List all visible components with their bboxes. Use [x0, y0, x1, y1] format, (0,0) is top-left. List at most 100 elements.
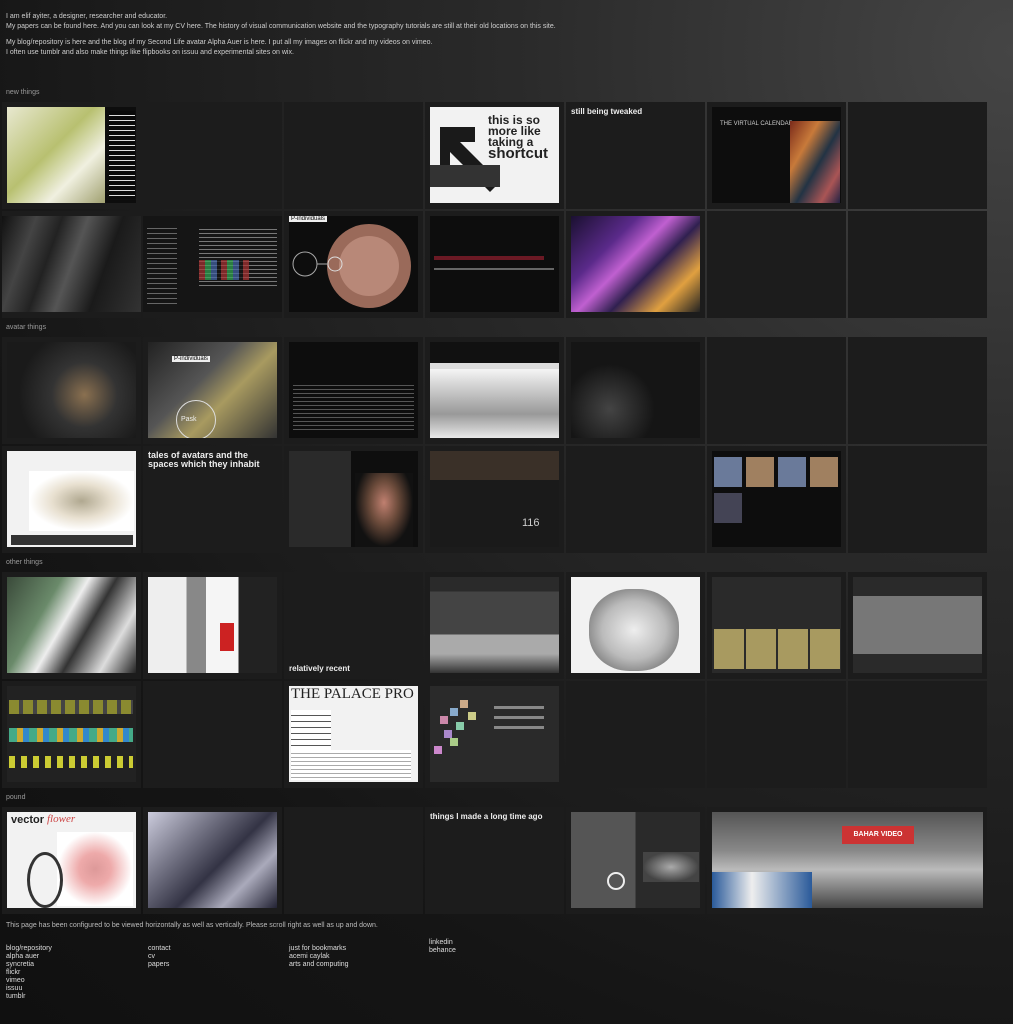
thumbnail[interactable]: [430, 577, 559, 673]
link-linkedin[interactable]: linkedin: [429, 939, 456, 947]
intro-text: I am elif ayiter, a designer, researcher…: [6, 12, 606, 58]
thumbnail[interactable]: [7, 686, 136, 782]
thumb-label-pask: Pask: [181, 416, 197, 423]
link-cv[interactable]: cv: [148, 953, 171, 961]
thumbnail[interactable]: this is so more like taking a shortcut: [430, 107, 559, 203]
thumbnail[interactable]: [712, 451, 841, 547]
tile[interactable]: [2, 572, 141, 679]
vector-text: vector: [11, 814, 45, 826]
link-tumblr[interactable]: tumblr: [6, 993, 52, 1001]
tile[interactable]: [566, 337, 705, 444]
thumbnail[interactable]: [7, 451, 136, 547]
link-flickr[interactable]: flickr: [6, 969, 52, 977]
intro-line-4[interactable]: I often use tumblr and also make things …: [6, 48, 606, 58]
link-acemi-caylak[interactable]: acemi caylak: [289, 953, 349, 961]
tile[interactable]: [707, 446, 846, 553]
tile[interactable]: [425, 211, 564, 318]
link-vimeo[interactable]: vimeo: [6, 977, 52, 985]
section-label-other-things: other things: [6, 559, 43, 566]
thumbnail[interactable]: BAHAR VIDEO: [712, 812, 983, 908]
tile[interactable]: [143, 807, 282, 914]
link-syncretia[interactable]: syncretia: [6, 961, 52, 969]
tile[interactable]: [707, 572, 846, 679]
thumbnail[interactable]: [430, 686, 559, 782]
tile[interactable]: [566, 211, 705, 318]
tile[interactable]: P-individuals Pask: [143, 337, 282, 444]
tile[interactable]: [425, 572, 564, 679]
tile: [848, 337, 987, 444]
tile: still being tweaked: [566, 102, 705, 209]
link-behance[interactable]: behance: [429, 947, 456, 955]
tile[interactable]: P-individuals: [284, 211, 423, 318]
tile[interactable]: [2, 102, 141, 209]
intro-line-2[interactable]: My papers can be found here. And you can…: [6, 22, 606, 32]
tile[interactable]: THE PALACE PRO: [284, 681, 423, 788]
thumbnail[interactable]: [571, 812, 700, 908]
link-blog-repository[interactable]: blog/repository: [6, 945, 52, 953]
link-papers[interactable]: papers: [148, 961, 171, 969]
thumbnail[interactable]: [712, 577, 841, 673]
thumbnail[interactable]: [430, 216, 559, 312]
caption-relatively-recent: relatively recent: [289, 664, 350, 673]
thumbnail[interactable]: [7, 342, 136, 438]
tile[interactable]: this is so more like taking a shortcut: [425, 102, 564, 209]
tile[interactable]: [566, 807, 705, 914]
tile[interactable]: [848, 572, 987, 679]
tile[interactable]: [2, 337, 141, 444]
thumbnail[interactable]: vector flower: [7, 812, 136, 908]
diagram-graphic: [292, 224, 411, 308]
thumbnail[interactable]: THE VIRTUAL CALENDAR: [712, 107, 841, 203]
tile[interactable]: [284, 446, 423, 553]
tile[interactable]: [566, 572, 705, 679]
tile: [143, 102, 282, 209]
thumbnail[interactable]: [143, 216, 282, 312]
tile: things I made a long time ago: [425, 807, 564, 914]
tile[interactable]: [425, 681, 564, 788]
tile[interactable]: [284, 337, 423, 444]
tile[interactable]: 116: [425, 446, 564, 553]
section-label-avatar-things: avatar things: [6, 324, 47, 331]
tile: [707, 681, 846, 788]
tile[interactable]: [143, 572, 282, 679]
thumbnail[interactable]: [148, 812, 277, 908]
thumbnail[interactable]: [7, 107, 136, 203]
tile[interactable]: vector flower: [2, 807, 141, 914]
thumbnail[interactable]: [7, 577, 136, 673]
link-contact[interactable]: contact: [148, 945, 171, 953]
tile[interactable]: [2, 211, 141, 318]
tile: [848, 102, 987, 209]
link-arts-and-computing[interactable]: arts and computing: [289, 961, 349, 969]
caption-still-tweaked: still being tweaked: [571, 107, 643, 116]
link-alpha-auer[interactable]: alpha auer: [6, 953, 52, 961]
grid-pound: vector flower things I made a long time …: [2, 807, 987, 914]
thumbnail[interactable]: [571, 342, 700, 438]
thumbnail[interactable]: [571, 577, 700, 673]
thumbnail[interactable]: [289, 342, 418, 438]
link-just-for-bookmarks[interactable]: just for bookmarks: [289, 945, 349, 953]
flower-text: flower: [47, 813, 76, 825]
tile[interactable]: [2, 446, 141, 553]
thumbnail[interactable]: [571, 216, 700, 312]
thumbnail[interactable]: [289, 451, 418, 547]
tile: [284, 102, 423, 209]
tile[interactable]: [2, 681, 141, 788]
calendar-title: THE VIRTUAL CALENDAR: [720, 121, 794, 127]
thumbnail[interactable]: P-individuals: [289, 216, 418, 312]
tile[interactable]: [143, 211, 282, 318]
intro-line-3[interactable]: My blog/repository is here and the blog …: [6, 38, 606, 48]
tile: [707, 337, 846, 444]
thumbnail[interactable]: [148, 577, 277, 673]
thumbnail[interactable]: 116: [430, 451, 559, 547]
thumbnail[interactable]: P-individuals Pask: [148, 342, 277, 438]
thumbnail[interactable]: [430, 342, 559, 438]
grid-other-things: relatively recent THE PALACE PRO: [2, 572, 987, 788]
tile[interactable]: THE VIRTUAL CALENDAR: [707, 102, 846, 209]
thumbnail[interactable]: [853, 577, 982, 673]
link-issuu[interactable]: issuu: [6, 985, 52, 993]
tile[interactable]: [425, 337, 564, 444]
thumbnail[interactable]: [2, 216, 141, 312]
grid-avatar-things: P-individuals Pask tales of avatars and …: [2, 337, 987, 553]
tile-wide[interactable]: BAHAR VIDEO: [707, 807, 987, 914]
section-label-new-things: new things: [6, 89, 40, 96]
thumbnail[interactable]: THE PALACE PRO: [289, 686, 418, 782]
